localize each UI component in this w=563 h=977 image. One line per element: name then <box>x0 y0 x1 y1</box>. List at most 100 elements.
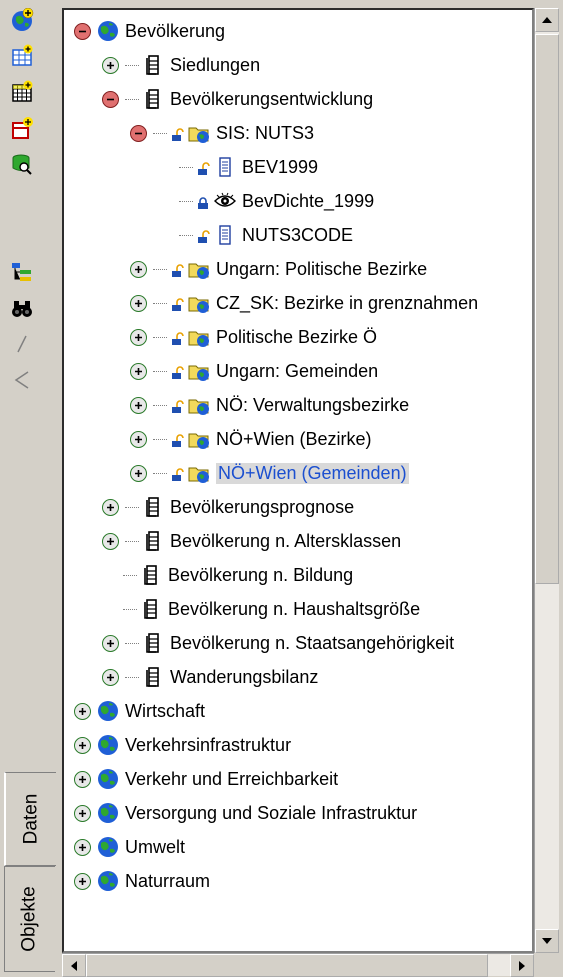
globe-icon <box>97 734 119 756</box>
expand-icon[interactable] <box>74 770 91 788</box>
lock-open-icon[interactable] <box>170 432 184 447</box>
add-grid-icon[interactable] <box>8 78 36 106</box>
search-database-icon[interactable] <box>8 150 36 178</box>
expand-icon[interactable] <box>74 872 91 890</box>
tree-item-label: Politische Bezirke Ö <box>216 326 378 347</box>
expand-icon[interactable] <box>102 634 119 652</box>
tree-item[interactable]: NÖ: Verwaltungsbezirke <box>130 388 409 422</box>
tree-item-label: Versorgung und Soziale Infrastruktur <box>125 802 418 823</box>
tree-connector <box>153 404 167 406</box>
scroll-up-button[interactable] <box>535 8 559 32</box>
tree-item[interactable]: Bevölkerung n. Altersklassen <box>102 524 401 558</box>
expand-icon[interactable] <box>130 294 147 312</box>
table-icon <box>142 632 164 654</box>
tree-item-label: Bevölkerung <box>125 20 226 41</box>
tree-item-label: Bevölkerung n. Staatsangehörigkeit <box>170 632 455 653</box>
vertical-scrollbar[interactable] <box>534 8 559 953</box>
tree-item[interactable]: Siedlungen <box>102 48 260 82</box>
tree-item[interactable]: Umwelt <box>74 830 185 864</box>
tree-item-label: NÖ: Verwaltungsbezirke <box>216 394 410 415</box>
tree-item[interactable]: NÖ+Wien (Gemeinden) <box>130 456 409 490</box>
tree-item[interactable]: CZ_SK: Bezirke in grenznahmen <box>130 286 478 320</box>
collapse-icon[interactable] <box>74 22 91 40</box>
scroll-down-button[interactable] <box>535 929 559 953</box>
table-icon <box>142 54 164 76</box>
tree-item[interactable]: Bevölkerung n. Staatsangehörigkeit <box>102 626 454 660</box>
tree-item[interactable]: Bevölkerungsentwicklung <box>102 82 373 116</box>
lock-open-icon[interactable] <box>170 364 184 379</box>
collapse-icon[interactable] <box>130 124 147 142</box>
expand-icon[interactable] <box>130 464 147 482</box>
tree-item[interactable]: Bevölkerung <box>74 14 225 48</box>
tree-connector <box>153 302 167 304</box>
tree-item[interactable]: Verkehrsinfrastruktur <box>74 728 291 762</box>
folder-globe-icon <box>188 292 210 314</box>
tree-item[interactable]: BevDichte_1999 <box>158 184 374 218</box>
expand-icon[interactable] <box>130 328 147 346</box>
expand-icon[interactable] <box>74 702 91 720</box>
tree-item[interactable]: Bevölkerung n. Bildung <box>102 558 353 592</box>
scroll-left-button[interactable] <box>62 954 86 977</box>
tree-item[interactable]: Versorgung und Soziale Infrastruktur <box>74 796 417 830</box>
tree-item[interactable]: Ungarn: Gemeinden <box>130 354 378 388</box>
tree-item[interactable]: Politische Bezirke Ö <box>130 320 377 354</box>
horizontal-scroll-thumb[interactable] <box>86 954 488 977</box>
expand-icon[interactable] <box>102 668 119 686</box>
expand-icon[interactable] <box>74 736 91 754</box>
tree-item[interactable]: Verkehr und Erreichbarkeit <box>74 762 338 796</box>
tab-objekte[interactable]: Objekte <box>4 866 55 972</box>
add-table-icon[interactable] <box>8 42 36 70</box>
tree-item-label: Bevölkerung n. Altersklassen <box>170 530 402 551</box>
tree-item[interactable]: SIS: NUTS3 <box>130 116 314 150</box>
lock-open-icon[interactable] <box>170 296 184 311</box>
tree-item[interactable]: Bevölkerungsprognose <box>102 490 354 524</box>
lock-open-icon[interactable] <box>196 160 210 175</box>
tree-item[interactable]: Wanderungsbilanz <box>102 660 318 694</box>
pencil-icon <box>8 330 36 358</box>
lock-open-icon[interactable] <box>196 228 210 243</box>
lock-closed-icon[interactable] <box>196 194 210 209</box>
tree-item[interactable]: NÖ+Wien (Bezirke) <box>130 422 372 456</box>
table-icon <box>142 666 164 688</box>
tab-daten[interactable]: Daten <box>4 772 56 866</box>
expand-icon[interactable] <box>102 532 119 550</box>
tree-connector <box>153 438 167 440</box>
horizontal-scrollbar[interactable] <box>62 953 534 977</box>
tree-item-label: Wirtschaft <box>125 700 206 721</box>
lock-open-icon[interactable] <box>170 330 184 345</box>
tree-view-icon[interactable] <box>8 258 36 286</box>
layer-tree[interactable]: Bevölkerung Siedlungen Bevölkerungsentwick… <box>62 8 534 953</box>
tree-item[interactable]: Naturraum <box>74 864 210 898</box>
collapse-icon[interactable] <box>102 90 119 108</box>
expand-icon[interactable] <box>102 498 119 516</box>
expand-icon[interactable] <box>74 804 91 822</box>
tree-item[interactable]: BEV1999 <box>158 150 318 184</box>
lock-open-icon[interactable] <box>170 466 184 481</box>
tree-connector <box>153 472 167 474</box>
lock-open-icon[interactable] <box>170 262 184 277</box>
table-icon <box>140 564 162 586</box>
expand-icon[interactable] <box>74 838 91 856</box>
tree-item[interactable]: NUTS3CODE <box>158 218 353 252</box>
add-layer-globe-icon[interactable] <box>8 6 36 34</box>
tree-item-label: Verkehrsinfrastruktur <box>125 734 292 755</box>
tree-connector <box>125 642 139 644</box>
scroll-right-button[interactable] <box>510 954 534 977</box>
binoculars-icon[interactable] <box>8 294 36 322</box>
tree-connector <box>153 336 167 338</box>
scrollbar-corner <box>534 953 558 975</box>
expand-icon[interactable] <box>102 56 119 74</box>
tree-item-label: Bevölkerungsprognose <box>170 496 355 517</box>
expand-icon[interactable] <box>130 260 147 278</box>
vertical-scroll-thumb[interactable] <box>535 34 559 584</box>
lock-open-icon[interactable] <box>170 398 184 413</box>
tree-item[interactable]: Ungarn: Politische Bezirke <box>130 252 427 286</box>
tree-item[interactable]: Bevölkerung n. Haushaltsgröße <box>102 592 420 626</box>
add-folder-icon[interactable] <box>8 114 36 142</box>
expand-icon[interactable] <box>130 396 147 414</box>
lock-open-icon[interactable] <box>170 126 184 141</box>
tree-item[interactable]: Wirtschaft <box>74 694 205 728</box>
table-icon <box>140 598 162 620</box>
expand-icon[interactable] <box>130 362 147 380</box>
expand-icon[interactable] <box>130 430 147 448</box>
